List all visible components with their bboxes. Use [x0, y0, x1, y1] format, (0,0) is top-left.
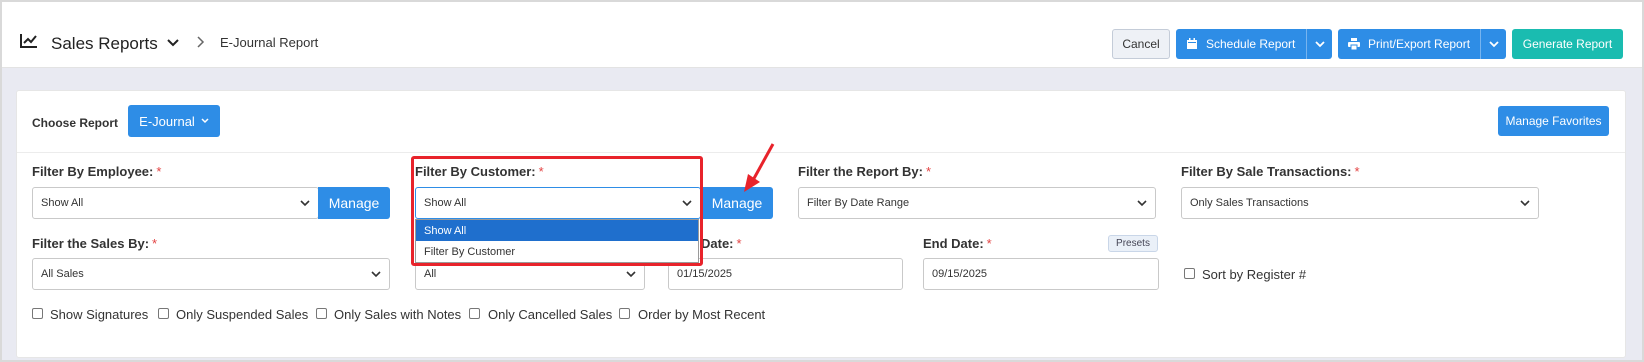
- show-signatures-label: Show Signatures: [50, 307, 149, 322]
- filter-sales-by-value: All Sales: [41, 268, 84, 280]
- order-recent-label: Order by Most Recent: [638, 307, 766, 322]
- required-mark: *: [152, 236, 158, 251]
- filter-employee-label: Filter By Employee: *: [32, 164, 161, 179]
- filter-report-by-select[interactable]: Filter By Date Range: [798, 187, 1156, 219]
- manage-employee-label: Manage: [328, 195, 380, 211]
- presets-button[interactable]: Presets: [1108, 235, 1158, 252]
- only-suspended-checkbox[interactable]: [158, 308, 169, 319]
- filter-sale-transactions-label: Filter By Sale Transactions: *: [1181, 164, 1360, 179]
- only-notes-label: Only Sales with Notes: [334, 307, 462, 322]
- required-mark: *: [986, 236, 992, 251]
- filter-employee-value: Show All: [41, 197, 84, 209]
- annotation-arrow-icon: [744, 143, 775, 192]
- chevron-down-icon: [371, 271, 381, 278]
- filter-sales-by-text: Filter the Sales By:: [32, 236, 150, 251]
- report-select-label: E-Journal: [139, 113, 195, 129]
- secondary-filter-value: All: [424, 268, 437, 280]
- show-signatures-checkbox[interactable]: [32, 308, 43, 319]
- filter-report-by-text: Filter the Report By:: [798, 164, 923, 179]
- chevron-down-icon: [1520, 200, 1530, 207]
- chevron-down-icon: [201, 118, 209, 124]
- sort-register-label: Sort by Register #: [1202, 267, 1307, 282]
- start-date-input[interactable]: 01/15/2025: [668, 258, 903, 290]
- presets-label: Presets: [1116, 238, 1150, 249]
- chevron-down-icon: [1314, 40, 1325, 47]
- filter-report-by-label: Filter the Report By: *: [798, 164, 931, 179]
- generate-report-button[interactable]: Generate Report: [1512, 29, 1623, 59]
- only-suspended-label: Only Suspended Sales: [176, 307, 309, 322]
- schedule-report-button[interactable]: Schedule Report: [1176, 29, 1332, 59]
- highlight-box: [411, 156, 703, 266]
- divider: [17, 152, 1625, 153]
- page-header: Sales Reports E-Journal Report Cancel Sc…: [2, 2, 1642, 68]
- manage-favorites-label: Manage Favorites: [1505, 114, 1602, 128]
- manage-favorites-button[interactable]: Manage Favorites: [1498, 106, 1609, 136]
- start-date-value: 01/15/2025: [677, 268, 733, 280]
- required-mark: *: [1354, 164, 1360, 179]
- chevron-down-icon[interactable]: [167, 38, 179, 48]
- filter-sales-by-select[interactable]: All Sales: [32, 258, 390, 290]
- required-mark: *: [156, 164, 162, 179]
- manage-employee-button[interactable]: Manage: [318, 187, 390, 219]
- line-chart-icon: [20, 34, 37, 48]
- filter-employee-select[interactable]: Show All: [32, 187, 319, 219]
- page-title: Sales Reports: [51, 34, 158, 53]
- filter-sale-transactions-select[interactable]: Only Sales Transactions: [1181, 187, 1539, 219]
- start-date-text: Date:: [701, 236, 734, 251]
- chevron-down-icon: [1488, 40, 1499, 47]
- only-notes-checkbox[interactable]: [316, 308, 327, 319]
- end-date-text: End Date:: [923, 236, 984, 251]
- generate-report-label: Generate Report: [1522, 37, 1613, 51]
- filter-sale-transactions-text: Filter By Sale Transactions:: [1181, 164, 1352, 179]
- cancel-button[interactable]: Cancel: [1112, 29, 1170, 59]
- breadcrumb: E-Journal Report: [220, 35, 319, 50]
- required-mark: *: [736, 236, 742, 251]
- start-date-label: Date: *: [701, 236, 742, 251]
- report-select-button[interactable]: E-Journal: [128, 105, 220, 137]
- breadcrumb-separator-icon: [197, 36, 205, 48]
- filter-sale-transactions-value: Only Sales Transactions: [1190, 197, 1309, 209]
- order-recent-checkbox[interactable]: [619, 308, 630, 319]
- print-export-dropdown[interactable]: [1480, 29, 1506, 59]
- chevron-down-icon: [300, 200, 310, 207]
- only-cancelled-label: Only Cancelled Sales: [488, 307, 613, 322]
- print-export-label: Print/Export Report: [1368, 37, 1471, 51]
- choose-report-label: Choose Report: [32, 116, 119, 130]
- schedule-report-dropdown[interactable]: [1306, 29, 1332, 59]
- printer-icon: [1348, 38, 1360, 50]
- filter-sales-by-label: Filter the Sales By: *: [32, 236, 157, 251]
- cancel-button-label: Cancel: [1122, 37, 1160, 51]
- chevron-down-icon: [626, 271, 636, 278]
- filter-employee-text: Filter By Employee:: [32, 164, 154, 179]
- required-mark: *: [925, 164, 932, 179]
- end-date-label: End Date: *: [923, 236, 992, 251]
- end-date-value: 09/15/2025: [932, 268, 988, 280]
- sort-register-checkbox[interactable]: [1184, 268, 1195, 279]
- only-cancelled-checkbox[interactable]: [469, 308, 480, 319]
- end-date-input[interactable]: 09/15/2025: [923, 258, 1159, 290]
- print-export-button[interactable]: Print/Export Report: [1338, 29, 1506, 59]
- schedule-report-label: Schedule Report: [1206, 37, 1296, 51]
- chevron-down-icon: [1137, 200, 1147, 207]
- app-frame: Sales Reports E-Journal Report Cancel Sc…: [0, 0, 1644, 362]
- calendar-icon: [1187, 38, 1197, 49]
- filter-report-by-value: Filter By Date Range: [807, 197, 910, 209]
- manage-customer-label: Manage: [711, 195, 763, 211]
